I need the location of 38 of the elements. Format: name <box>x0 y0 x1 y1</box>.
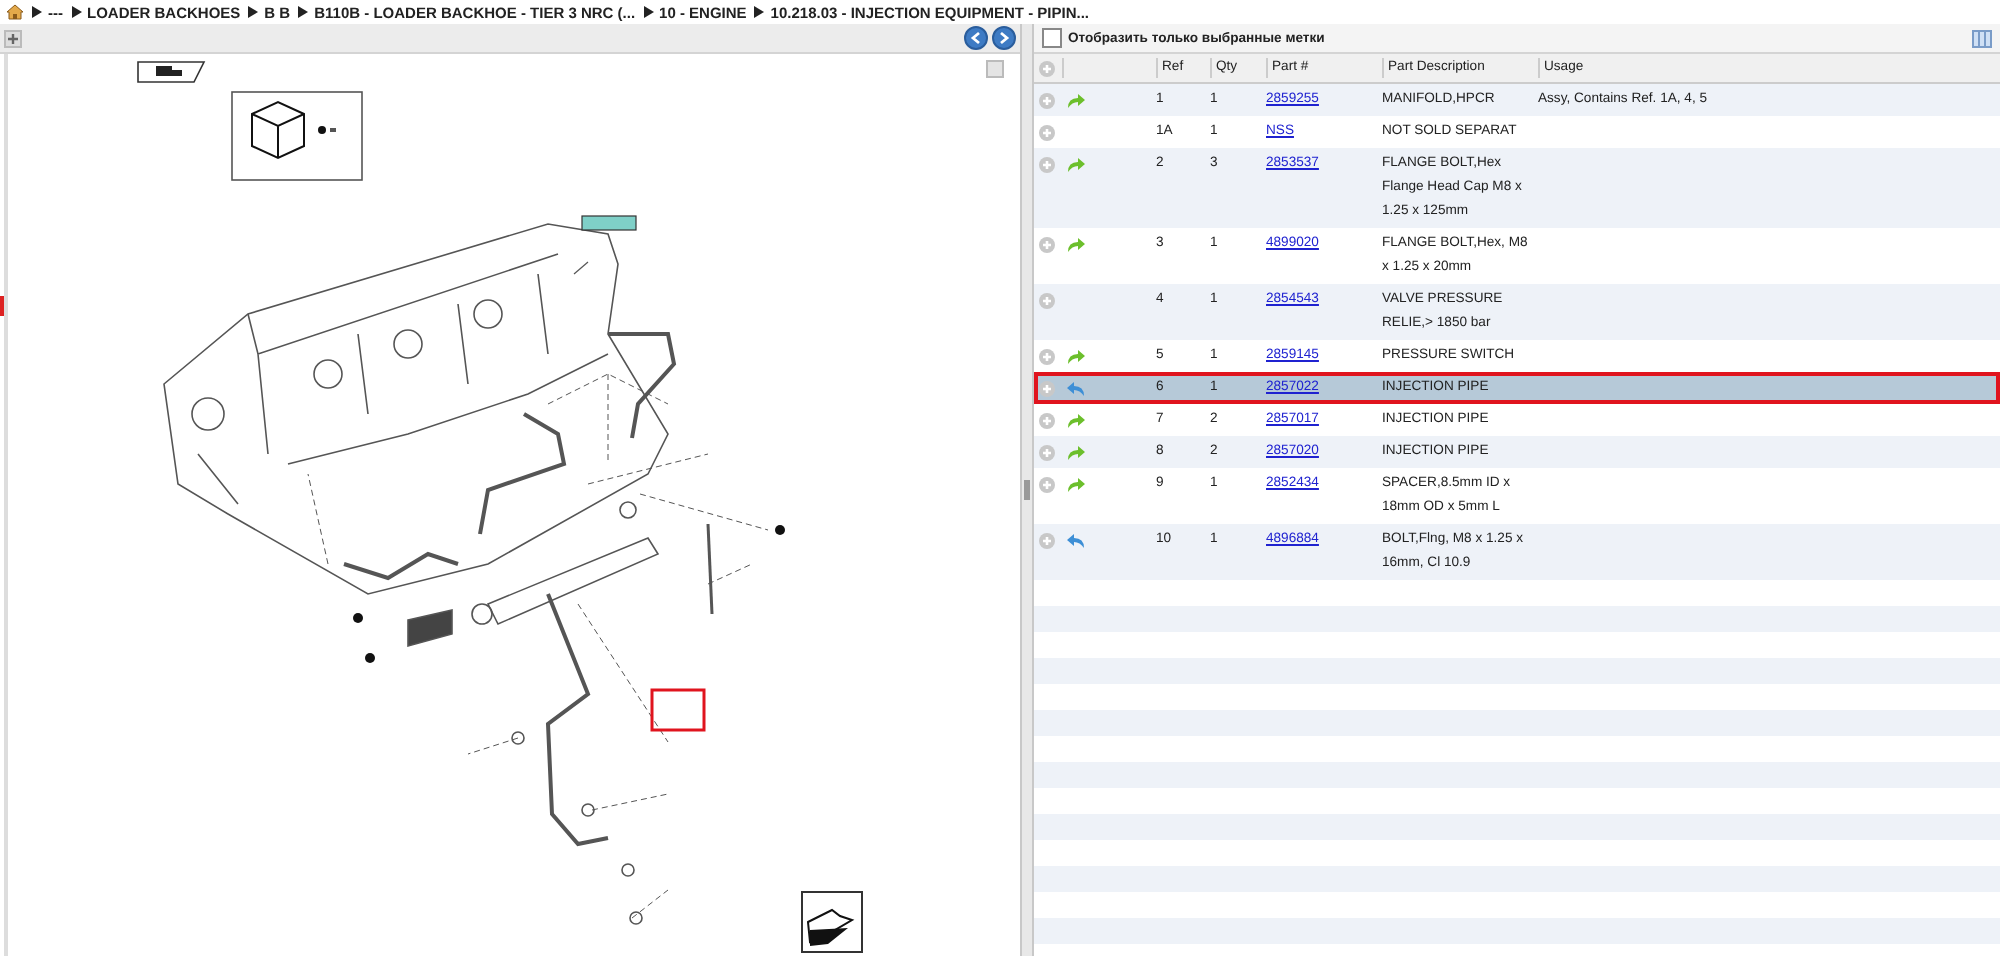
expand-icon[interactable] <box>1038 155 1056 173</box>
home-icon[interactable] <box>6 4 24 20</box>
callout-highlight[interactable] <box>650 688 706 732</box>
fit-view-button[interactable] <box>986 60 1004 78</box>
curved-arrow-icon[interactable] <box>1066 235 1086 253</box>
expand-icon[interactable] <box>1038 531 1056 549</box>
chevron-left-icon <box>968 30 984 46</box>
expand-icon[interactable] <box>1038 411 1056 429</box>
expand-icon[interactable] <box>1038 443 1056 461</box>
expand-all-icon[interactable] <box>1038 59 1056 77</box>
breadcrumb-arrow-icon <box>298 6 309 18</box>
zoom-in-button[interactable] <box>4 29 22 47</box>
filter-checkbox[interactable] <box>1042 28 1062 48</box>
truck-tag-icon[interactable] <box>137 61 206 83</box>
curved-arrow-icon[interactable] <box>1066 531 1086 549</box>
expand-icon[interactable] <box>1038 379 1056 397</box>
breadcrumb-arrow-icon <box>248 6 259 18</box>
expand-icon[interactable] <box>1038 291 1056 309</box>
columns-icon[interactable] <box>1972 29 1992 47</box>
expand-icon[interactable] <box>1038 475 1056 493</box>
position-marker <box>0 296 4 316</box>
back-button[interactable] <box>964 26 988 50</box>
plus-icon <box>6 31 20 45</box>
breadcrumb-arrow-icon <box>754 6 765 18</box>
kit-box-icon <box>231 91 363 181</box>
label-tag-icon <box>581 215 637 231</box>
breadcrumb-arrow-icon <box>643 6 654 18</box>
expand-icon[interactable] <box>1038 91 1056 109</box>
expand-icon[interactable] <box>1038 235 1056 253</box>
curved-arrow-icon[interactable] <box>1066 155 1086 173</box>
next-page-arrow-button[interactable] <box>801 891 863 953</box>
curved-arrow-icon[interactable] <box>1066 91 1086 109</box>
chevron-right-icon <box>996 30 1012 46</box>
forward-button[interactable] <box>992 26 1016 50</box>
expand-icon[interactable] <box>1038 347 1056 365</box>
breadcrumb-arrow-icon <box>32 6 42 18</box>
breadcrumb-arrow-icon <box>71 6 81 18</box>
expand-icon[interactable] <box>1038 123 1056 141</box>
